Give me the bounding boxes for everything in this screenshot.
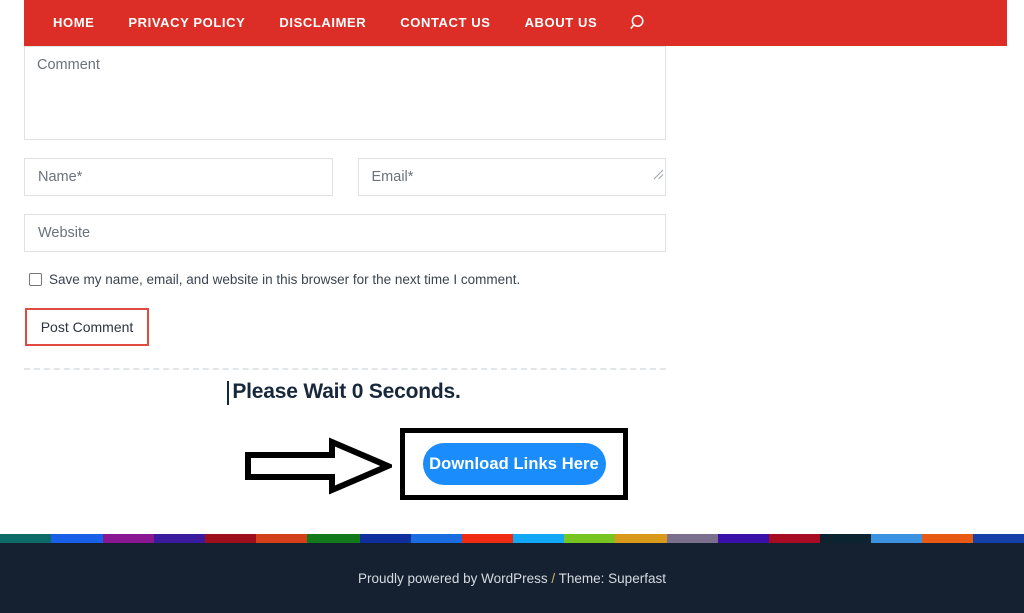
color-strip-segment [51, 534, 104, 543]
color-strip-segment [870, 534, 922, 543]
color-strip-segment [717, 534, 769, 543]
nav-item-disclaimer[interactable]: DISCLAIMER [262, 0, 383, 46]
color-strip-segment [972, 534, 1024, 543]
download-section: Download Links Here [244, 428, 634, 504]
website-input[interactable] [24, 214, 666, 252]
color-strip-segment [205, 534, 257, 543]
color-strip-segment [921, 534, 973, 543]
right-arrow-icon [244, 437, 396, 500]
footer-separator: / [551, 570, 556, 586]
main-navigation: HOME PRIVACY POLICY DISCLAIMER CONTACT U… [24, 0, 1007, 46]
color-strip-segment [307, 534, 360, 543]
color-strip-segment [359, 534, 411, 543]
color-strip-segment [154, 534, 206, 543]
countdown-message: Please Wait 0 Seconds. [227, 380, 461, 405]
comment-form: Save my name, email, and website in this… [24, 46, 666, 370]
name-input[interactable] [24, 158, 333, 196]
nav-item-privacy-policy[interactable]: PRIVACY POLICY [111, 0, 262, 46]
save-info-row: Save my name, email, and website in this… [24, 271, 666, 288]
download-links-button[interactable]: Download Links Here [422, 443, 606, 485]
color-strip-segment [614, 534, 667, 543]
page-root: HOME PRIVACY POLICY DISCLAIMER CONTACT U… [0, 0, 1024, 613]
download-button-frame: Download Links Here [400, 428, 628, 500]
color-strip-segment [0, 534, 51, 543]
section-divider [24, 368, 666, 370]
color-strip-segment [768, 534, 820, 543]
nav-item-home[interactable]: HOME [36, 0, 111, 46]
color-strip-segment [103, 534, 155, 543]
countdown-label: Please Wait 0 Seconds. [232, 380, 461, 403]
color-strip-segment [563, 534, 615, 543]
color-strip-segment [256, 534, 308, 543]
save-info-label: Save my name, email, and website in this… [49, 272, 521, 287]
email-input[interactable] [357, 158, 666, 196]
save-info-checkbox[interactable] [29, 273, 42, 286]
color-strip-segment [410, 534, 462, 543]
color-strip-segment [819, 534, 871, 543]
footer-color-strip [0, 534, 1024, 543]
color-strip-segment [461, 534, 513, 543]
countdown-section: Please Wait 0 Seconds. [24, 380, 666, 405]
site-footer: Proudly powered by WordPress / Theme: Su… [0, 543, 1024, 613]
color-strip-segment [512, 534, 564, 543]
nav-item-contact-us[interactable]: CONTACT US [383, 0, 507, 46]
nav-item-about-us[interactable]: ABOUT US [508, 0, 615, 46]
wordpress-link[interactable]: Proudly powered by WordPress [358, 571, 548, 586]
text-caret-icon [227, 381, 230, 405]
footer-credit: Proudly powered by WordPress / Theme: Su… [358, 571, 666, 586]
color-strip-segment [666, 534, 718, 543]
theme-link[interactable]: Theme: Superfast [559, 571, 666, 586]
search-icon[interactable] [614, 14, 664, 32]
comment-textarea[interactable] [24, 46, 666, 140]
name-email-row [24, 158, 666, 196]
post-comment-button[interactable]: Post Comment [25, 308, 149, 346]
